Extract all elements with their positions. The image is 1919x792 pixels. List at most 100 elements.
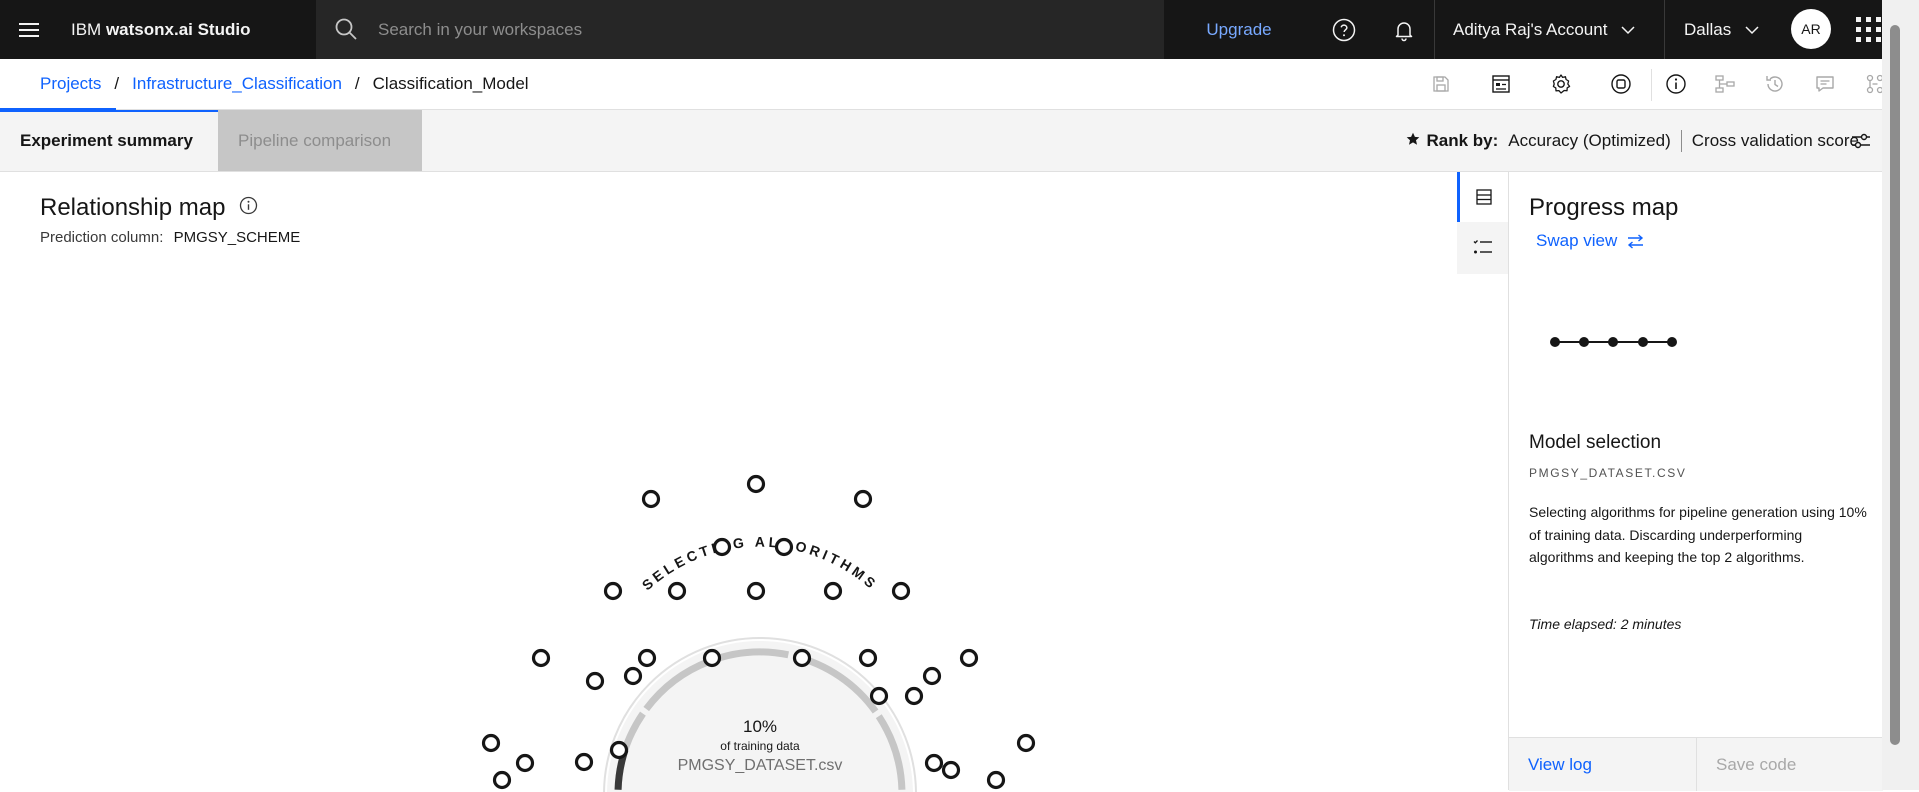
rank-label: Rank by: bbox=[1426, 130, 1499, 150]
swap-icon bbox=[1628, 233, 1644, 249]
tab-bar: Experiment summary Pipeline comparison R… bbox=[0, 110, 1919, 172]
breadcrumb-projects[interactable]: Projects bbox=[40, 74, 101, 94]
stage-title: Model selection bbox=[1529, 432, 1662, 453]
progress-step-dot bbox=[1550, 337, 1560, 347]
algorithm-node[interactable] bbox=[609, 740, 629, 760]
algorithm-node[interactable] bbox=[891, 581, 911, 601]
algorithm-node[interactable] bbox=[858, 648, 878, 668]
save-icon[interactable] bbox=[1417, 59, 1465, 109]
algorithm-node[interactable] bbox=[712, 537, 732, 557]
relationship-map-chart: 10% of training data PMGSY_DATASET.csv S… bbox=[481, 474, 1036, 792]
history-icon[interactable] bbox=[1751, 59, 1799, 109]
swap-view-link[interactable]: Swap view bbox=[1536, 231, 1644, 251]
time-elapsed: Time elapsed: 2 minutes bbox=[1529, 616, 1682, 632]
algorithm-node[interactable] bbox=[531, 648, 551, 668]
algorithm-node[interactable] bbox=[1016, 733, 1036, 753]
tab-experiment-summary[interactable]: Experiment summary bbox=[0, 110, 218, 171]
account-name: Aditya Raj's Account bbox=[1453, 19, 1608, 39]
progress-map-title: Progress map bbox=[1529, 194, 1679, 221]
save-code-button[interactable]: Save code bbox=[1696, 738, 1883, 791]
algorithm-node[interactable] bbox=[869, 686, 889, 706]
algorithm-node[interactable] bbox=[481, 733, 501, 753]
algorithm-node[interactable] bbox=[904, 686, 924, 706]
algorithm-node[interactable] bbox=[823, 581, 843, 601]
panel-rail bbox=[1457, 172, 1508, 274]
algorithm-node[interactable] bbox=[641, 489, 661, 509]
algorithm-node[interactable] bbox=[667, 581, 687, 601]
progress-step-dot bbox=[1638, 337, 1648, 347]
help-icon[interactable] bbox=[1316, 0, 1372, 59]
stage-file: PMGSY_DATASET.CSV bbox=[1529, 466, 1687, 480]
algorithm-node[interactable] bbox=[941, 760, 961, 780]
algorithm-node[interactable] bbox=[774, 537, 794, 557]
algorithm-node[interactable] bbox=[637, 648, 657, 668]
search-icon bbox=[334, 17, 358, 46]
chevron-down-icon bbox=[1745, 20, 1759, 40]
brand-prefix: IBM bbox=[71, 20, 106, 39]
rank-score-type: Cross validation score bbox=[1691, 130, 1859, 150]
region-switcher[interactable]: Dallas bbox=[1664, 0, 1770, 59]
progress-caption: of training data bbox=[720, 739, 800, 753]
algorithm-node[interactable] bbox=[623, 666, 643, 686]
algorithm-node[interactable] bbox=[603, 581, 623, 601]
tab-pipeline-comparison[interactable]: Pipeline comparison bbox=[218, 110, 422, 171]
algorithm-node[interactable] bbox=[959, 648, 979, 668]
account-switcher[interactable]: Aditya Raj's Account bbox=[1434, 0, 1664, 59]
breadcrumb-project[interactable]: Infrastructure_Classification bbox=[132, 74, 342, 94]
relationship-map-area: Relationship map Prediction column: PMGS… bbox=[0, 172, 1457, 792]
progress-steps bbox=[1550, 337, 1677, 347]
dataset-name: PMGSY_DATASET.csv bbox=[678, 757, 843, 774]
panel-footer: View log Save code bbox=[1509, 737, 1883, 791]
notification-icon[interactable] bbox=[1376, 0, 1432, 59]
lineage-icon[interactable] bbox=[1701, 59, 1749, 109]
algorithm-node[interactable] bbox=[922, 666, 942, 686]
comment-icon[interactable] bbox=[1801, 59, 1849, 109]
avatar[interactable]: AR bbox=[1791, 9, 1831, 49]
progress-map-tab-icon[interactable] bbox=[1457, 172, 1508, 222]
region-name: Dallas bbox=[1684, 19, 1732, 39]
chevron-down-icon bbox=[1621, 20, 1635, 40]
search-input[interactable] bbox=[378, 0, 1138, 59]
rank-settings-icon[interactable] bbox=[1843, 110, 1879, 171]
prediction-value: PMGSY_SCHEME bbox=[173, 229, 301, 246]
algorithm-node[interactable] bbox=[986, 770, 1006, 790]
menu-icon[interactable] bbox=[14, 15, 44, 45]
page-title: Relationship map bbox=[40, 194, 258, 222]
algorithm-node[interactable] bbox=[574, 752, 594, 772]
info-icon[interactable] bbox=[239, 194, 258, 222]
algorithm-node[interactable] bbox=[702, 648, 722, 668]
progress-step-dot bbox=[1579, 337, 1589, 347]
notebook-icon[interactable] bbox=[1477, 59, 1525, 109]
algorithm-node[interactable] bbox=[585, 671, 605, 691]
algorithm-node[interactable] bbox=[853, 489, 873, 509]
info-icon[interactable] bbox=[1652, 59, 1700, 109]
view-log-button[interactable]: View log bbox=[1509, 738, 1696, 791]
list-view-icon[interactable] bbox=[1457, 222, 1508, 272]
scrollbar[interactable] bbox=[1882, 0, 1919, 790]
stop-icon[interactable] bbox=[1597, 59, 1645, 109]
settings-icon[interactable] bbox=[1537, 59, 1585, 109]
rank-metric: Accuracy (Optimized) bbox=[1508, 130, 1671, 150]
product-name[interactable]: IBM watsonx.ai Studio bbox=[71, 0, 250, 59]
global-search[interactable] bbox=[316, 0, 1164, 59]
algorithm-node[interactable] bbox=[492, 770, 512, 790]
algorithm-node[interactable] bbox=[515, 753, 535, 773]
algorithm-node[interactable] bbox=[746, 474, 766, 494]
breadcrumb-separator: / bbox=[114, 74, 120, 93]
prediction-column: Prediction column: PMGSY_SCHEME bbox=[40, 229, 300, 246]
algorithm-node[interactable] bbox=[746, 581, 766, 601]
swap-view-label: Swap view bbox=[1536, 231, 1618, 250]
scrollbar-thumb[interactable] bbox=[1890, 25, 1900, 745]
progress-step-dot bbox=[1608, 337, 1618, 347]
algorithm-node[interactable] bbox=[792, 648, 812, 668]
prediction-label: Prediction column: bbox=[40, 229, 164, 246]
top-nav: IBM watsonx.ai Studio Upgrade Aditya Raj… bbox=[0, 0, 1919, 59]
breadcrumb: Projects / Infrastructure_Classification… bbox=[40, 59, 529, 109]
upgrade-link[interactable]: Upgrade bbox=[1180, 0, 1298, 59]
stage-description: Selecting algorithms for pipeline genera… bbox=[1529, 504, 1867, 565]
rank-by: Rank by: Accuracy (Optimized) Cross vali… bbox=[1406, 110, 1859, 171]
brand-product: watsonx.ai Studio bbox=[105, 20, 251, 39]
progress-percent: 10% bbox=[743, 717, 777, 736]
algorithm-node[interactable] bbox=[924, 753, 944, 773]
star-icon bbox=[1406, 131, 1420, 151]
